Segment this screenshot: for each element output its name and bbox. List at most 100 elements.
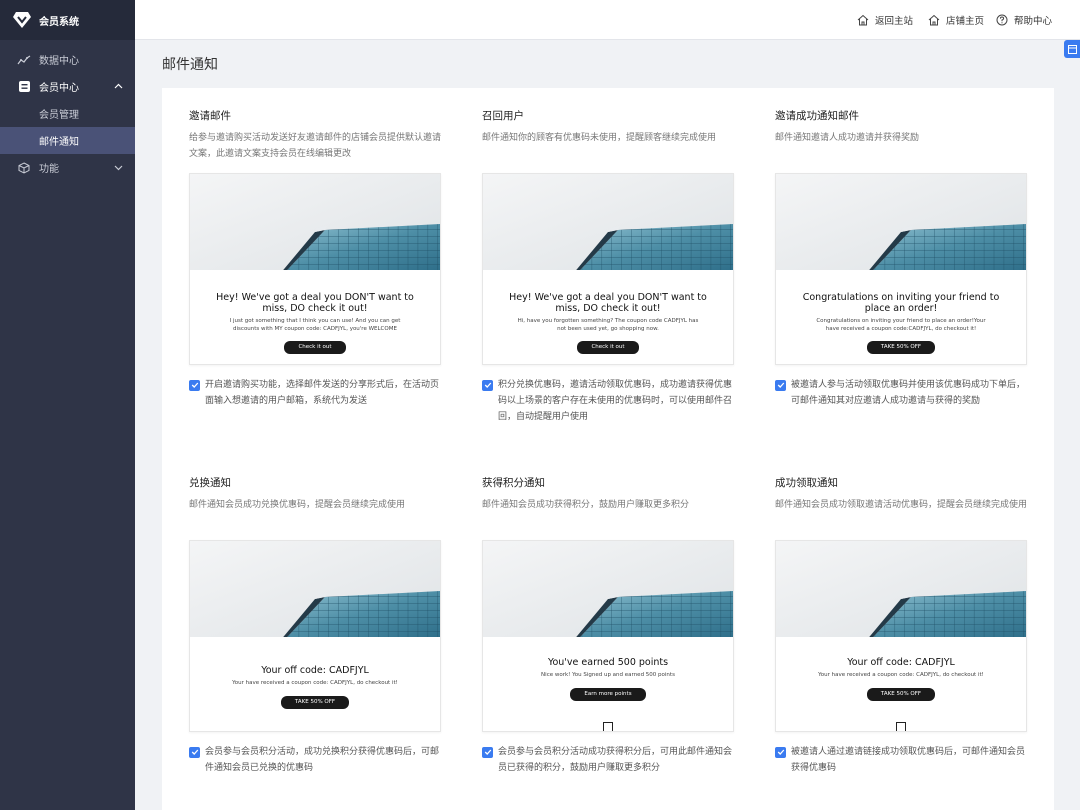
option-label: 开启邀请购买功能，选择邮件发送的分享形式后，在活动页面输入想邀请的用户邮箱，系统… xyxy=(205,380,440,406)
option-row[interactable]: 被邀请人参与活动领取优惠码并使用该优惠码成功下单后，可邮件通知其对应邀请人成功邀… xyxy=(775,377,1027,409)
checkbox-checked[interactable] xyxy=(189,746,200,758)
email-preview[interactable]: Your off code: CADFJYL Your have receive… xyxy=(775,540,1027,732)
card-points-earned: 获得积分通知 邮件通知会员成功获得积分，鼓励用户赚取更多积分 xyxy=(482,475,734,531)
card-description: 邮件通知会员成功获得积分，鼓励用户赚取更多积分 xyxy=(482,500,690,510)
sidebar: 会员系统 数据中心 会员中心 会员管理 邮件通知 功能 xyxy=(0,0,135,810)
preview-heading: Your off code: CADFJYL xyxy=(261,665,369,676)
email-preview[interactable]: Hey! We've got a deal you DON'T want to … xyxy=(482,173,734,365)
home-icon xyxy=(928,14,941,27)
card-description: 邮件通知会员成功兑换优惠码，提醒会员继续完成使用 xyxy=(189,500,406,510)
logo-mark-icon xyxy=(896,722,906,731)
card-title: 邀请成功通知邮件 xyxy=(775,110,859,122)
building-image xyxy=(190,541,440,637)
sidebar-item-label: 功能 xyxy=(39,164,59,175)
card-title: 邀请邮件 xyxy=(189,110,231,122)
help-icon xyxy=(996,14,1009,27)
help-center-link[interactable]: 帮助中心 xyxy=(996,0,1052,40)
checkbox-checked[interactable] xyxy=(189,379,200,391)
floating-panel-tab[interactable] xyxy=(1064,40,1080,58)
sidebar-item-member-center[interactable]: 会员中心 xyxy=(0,73,135,100)
card-description: 邮件通知你的顾客有优惠码未使用，提醒顾客继续完成使用 xyxy=(482,133,717,143)
sidebar-item-label: 邮件通知 xyxy=(39,137,79,148)
card-recall-users: 召回用户 邮件通知你的顾客有优惠码未使用，提醒顾客继续完成使用 xyxy=(482,108,734,164)
option-label: 会员参与会员积分活动，成功兑换积分获得优惠码后，可邮件通知会员已兑换的优惠码 xyxy=(205,747,440,773)
header-link-label: 店铺主页 xyxy=(946,16,985,27)
option-label: 会员参与会员积分活动成功获得积分后，可用此邮件通知会员已获得的积分，鼓励用户赚取… xyxy=(498,747,733,773)
building-image xyxy=(776,174,1026,270)
card-title: 兑换通知 xyxy=(189,477,231,489)
sidebar-item-member-management[interactable]: 会员管理 xyxy=(0,100,135,127)
chevron-up-icon xyxy=(114,83,123,89)
preview-heading: You've earned 500 points xyxy=(547,657,669,668)
preview-cta-button: TAKE 50% OFF xyxy=(866,341,936,354)
check-icon xyxy=(191,749,198,755)
card-description: 邮件通知会员成功领取邀请活动优惠码，提醒会员继续完成使用 xyxy=(775,500,1028,510)
option-label: 被邀请人参与活动领取优惠码并使用该优惠码成功下单后，可邮件通知其对应邀请人成功邀… xyxy=(791,380,1026,406)
checkbox-checked[interactable] xyxy=(482,746,493,758)
card-title: 召回用户 xyxy=(482,110,524,122)
store-home-link[interactable]: 店铺主页 xyxy=(928,0,984,40)
member-card-icon xyxy=(17,80,31,94)
email-preview[interactable]: You've earned 500 points Nice work! You … xyxy=(482,540,734,732)
checkbox-checked[interactable] xyxy=(775,379,786,391)
preview-body: Your have received a coupon code: CADFJY… xyxy=(818,672,984,678)
check-icon xyxy=(777,382,784,388)
back-to-main-site-link[interactable]: 返回主站 xyxy=(857,0,913,40)
card-invite-success-email: 邀请成功通知邮件 邮件通知邀请人成功邀请并获得奖励 xyxy=(775,108,1027,164)
option-label: 积分兑换优惠码，邀请活动领取优惠码，成功邀请获得优惠码以上场景的客户存在未使用的… xyxy=(498,380,733,422)
card-redeem-notice: 兑换通知 邮件通知会员成功兑换优惠码，提醒会员继续完成使用 xyxy=(189,475,441,531)
building-image xyxy=(776,541,1026,637)
option-row[interactable]: 被邀请人通过邀请链接成功领取优惠码后，可邮件通知会员获得优惠码 xyxy=(775,744,1027,776)
preview-cta-button: Check it out xyxy=(284,341,346,354)
content-panel: 邀请邮件 给参与邀请购买活动发送好友邀请邮件的店铺会员提供默认邀请文案，此邀请文… xyxy=(162,88,1054,810)
preview-cta-button: TAKE 50% OFF xyxy=(280,695,350,709)
cube-icon xyxy=(17,161,31,175)
logo-mark-icon xyxy=(603,722,613,731)
card-title: 成功领取通知 xyxy=(775,477,838,489)
panel-icon xyxy=(1067,44,1077,54)
email-preview[interactable]: Your off code: CADFJYL Your have receive… xyxy=(189,540,441,732)
option-row[interactable]: 会员参与会员积分活动，成功兑换积分获得优惠码后，可邮件通知会员已兑换的优惠码 xyxy=(189,744,441,776)
check-icon xyxy=(484,749,491,755)
preview-body: I just got something that I think you ca… xyxy=(229,318,401,332)
email-preview[interactable]: Congratulations on inviting your friend … xyxy=(775,173,1027,365)
chevron-down-icon xyxy=(114,165,123,171)
card-description: 邮件通知邀请人成功邀请并获得奖励 xyxy=(775,133,920,143)
app-title: 会员系统 xyxy=(39,16,79,28)
building-image xyxy=(483,174,733,270)
logo-bar: 会员系统 xyxy=(0,0,135,40)
preview-body: Your have received a coupon code: CADFJY… xyxy=(232,680,398,686)
option-row[interactable]: 积分兑换优惠码，邀请活动领取优惠码，成功邀请获得优惠码以上场景的客户存在未使用的… xyxy=(482,377,734,425)
card-claim-success: 成功领取通知 邮件通知会员成功领取邀请活动优惠码，提醒会员继续完成使用 xyxy=(775,475,1027,531)
sidebar-item-email-notification[interactable]: 邮件通知 xyxy=(0,127,135,154)
sidebar-menu: 数据中心 会员中心 会员管理 邮件通知 功能 xyxy=(0,40,135,181)
option-label: 被邀请人通过邀请链接成功领取优惠码后，可邮件通知会员获得优惠码 xyxy=(791,747,1026,773)
check-icon xyxy=(484,382,491,388)
check-icon xyxy=(777,749,784,755)
preview-body: Congratulations on inviting your friend … xyxy=(816,318,986,332)
line-chart-icon xyxy=(17,53,31,67)
preview-cta-button: TAKE 50% OFF xyxy=(866,687,936,701)
header-link-label: 帮助中心 xyxy=(1014,16,1053,27)
option-row[interactable]: 会员参与会员积分活动成功获得积分后，可用此邮件通知会员已获得的积分，鼓励用户赚取… xyxy=(482,744,734,776)
sidebar-item-label: 会员管理 xyxy=(39,110,79,121)
option-row[interactable]: 开启邀请购买功能，选择邮件发送的分享形式后，在活动页面输入想邀请的用户邮箱，系统… xyxy=(189,377,441,409)
header-link-label: 返回主站 xyxy=(875,16,914,27)
sidebar-item-features[interactable]: 功能 xyxy=(0,154,135,181)
card-description: 给参与邀请购买活动发送好友邀请邮件的店铺会员提供默认邀请文案，此邀请文案支持会员… xyxy=(189,133,442,159)
preview-heading: Congratulations on inviting your friend … xyxy=(802,292,1000,314)
preview-cta-button: Check it out xyxy=(577,341,639,354)
page-title: 邮件通知 xyxy=(162,57,218,73)
checkbox-checked[interactable] xyxy=(775,746,786,758)
email-preview[interactable]: Hey! We've got a deal you DON'T want to … xyxy=(189,173,441,365)
card-title: 获得积分通知 xyxy=(482,477,545,489)
card-invite-email: 邀请邮件 给参与邀请购买活动发送好友邀请邮件的店铺会员提供默认邀请文案，此邀请文… xyxy=(189,108,441,164)
sidebar-item-data-center[interactable]: 数据中心 xyxy=(0,46,135,73)
preview-body: Nice work! You Signed up and earned 500 … xyxy=(541,672,675,678)
building-image xyxy=(190,174,440,270)
preview-cta-button: Earn more points xyxy=(570,687,646,701)
home-icon xyxy=(857,14,870,27)
checkbox-checked[interactable] xyxy=(482,379,493,391)
sidebar-item-label: 会员中心 xyxy=(39,83,79,94)
diamond-logo-icon xyxy=(12,10,32,30)
